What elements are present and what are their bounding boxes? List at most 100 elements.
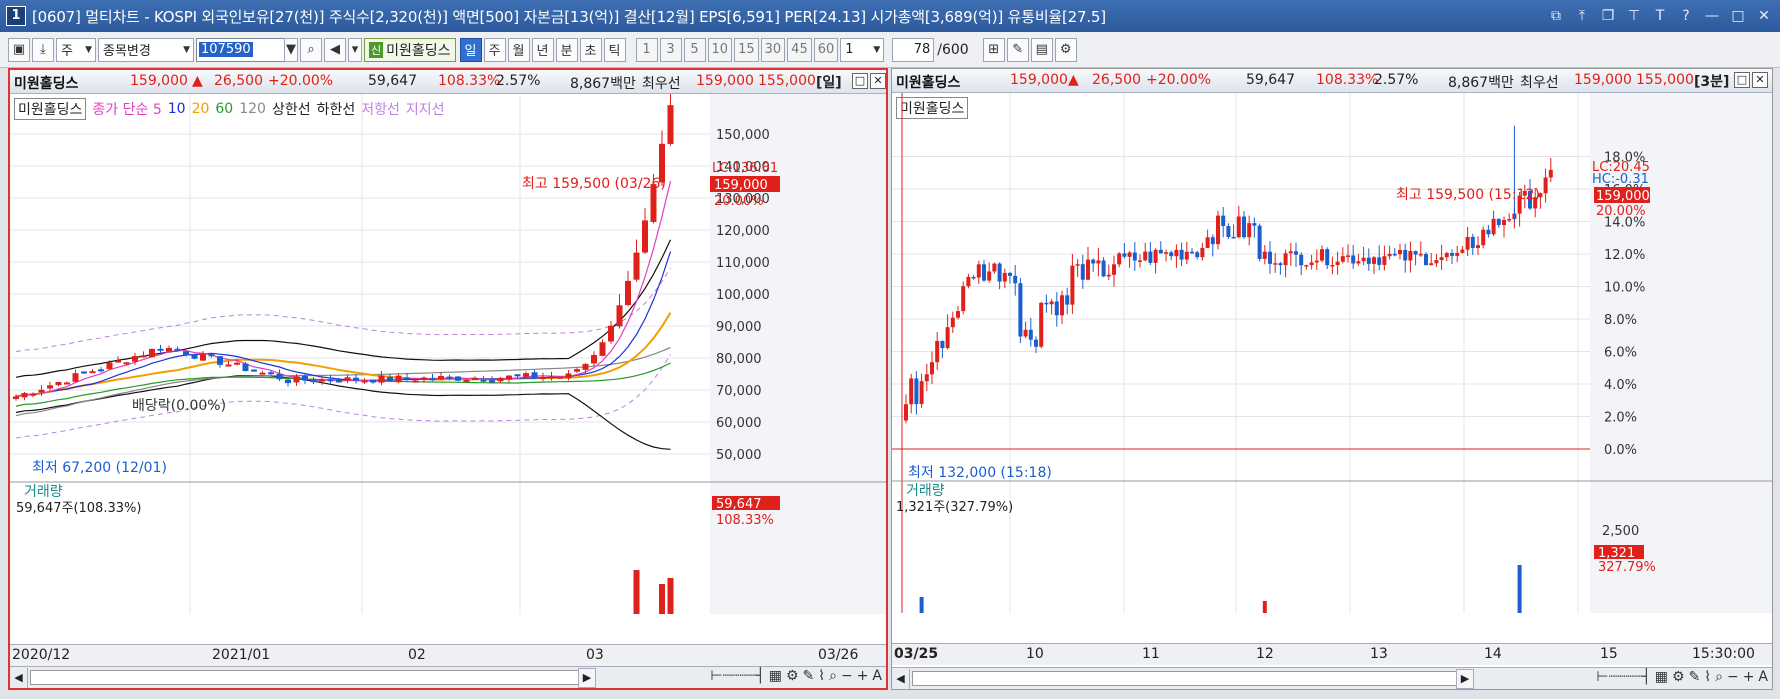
interval-button[interactable]: 10	[707, 37, 733, 62]
up-arrow-icon: ▲	[1068, 72, 1079, 88]
y-tick-label: 120,000	[716, 224, 770, 239]
brush-icon[interactable]: ⌇	[818, 668, 825, 684]
search-icon[interactable]: ⌕	[1715, 669, 1723, 685]
volume: 59,647	[1246, 72, 1295, 88]
scroll-right-icon[interactable]: ▶	[1456, 669, 1474, 689]
scroll-track[interactable]	[912, 671, 1472, 686]
scroll-left-icon[interactable]: ◀	[892, 668, 910, 689]
pen-icon[interactable]: ✎	[1689, 669, 1701, 685]
stock-name-button[interactable]: 신 미원홀딩스	[364, 37, 456, 62]
market-select[interactable]: 주 ▼	[56, 37, 96, 62]
interval-button[interactable]: 1	[635, 37, 658, 62]
maximize-panel-icon[interactable]: □	[1734, 72, 1750, 88]
chart-add-icon[interactable]: ⊞	[982, 37, 1005, 62]
period-tab[interactable]: 틱	[603, 37, 626, 62]
interval-button[interactable]: 60	[813, 37, 839, 62]
speaker-icon[interactable]: ◀︎	[324, 37, 346, 62]
interval-button[interactable]: 30	[760, 37, 786, 62]
close-panel-icon[interactable]: ✕	[870, 73, 886, 89]
maximize-icon[interactable]: □	[1730, 8, 1746, 24]
candle-body	[1465, 236, 1470, 250]
layout-icon[interactable]: ▦	[769, 668, 782, 684]
minimize-icon[interactable]: —	[1704, 8, 1720, 24]
minute-chart-panel[interactable]: 미원홀딩스 159,000 ▲ 26,500 +20.00% 59,647 10…	[891, 68, 1773, 690]
candle-body	[1174, 249, 1179, 257]
search-icon[interactable]: ⌕	[300, 37, 322, 62]
interval-button[interactable]: 45	[787, 37, 812, 62]
copy-window-icon[interactable]: ❐	[1600, 8, 1616, 24]
x-label: 11	[1142, 646, 1160, 662]
candle-body	[149, 348, 155, 358]
help-icon[interactable]: ?	[1678, 8, 1694, 24]
link-icon[interactable]: ⧉	[1548, 8, 1564, 24]
zoom-out-icon[interactable]: −	[1727, 669, 1739, 685]
font-icon[interactable]: A	[1758, 669, 1768, 685]
speaker-dropdown-icon[interactable]: ▾	[348, 37, 362, 62]
code-dropdown-icon[interactable]: ▼	[284, 37, 298, 62]
candle-body	[1288, 251, 1293, 254]
download-icon[interactable]: ⤓	[32, 37, 54, 62]
period-tab[interactable]: 월	[507, 37, 530, 62]
candle-body	[1294, 251, 1298, 255]
candle-body	[276, 373, 283, 380]
period-tab[interactable]: 년	[531, 37, 554, 62]
candle-body	[924, 374, 929, 382]
candle-body	[106, 362, 113, 369]
stock-code-input[interactable]: 107590	[196, 37, 286, 62]
data-count-input[interactable]: 78	[892, 37, 935, 62]
candle-body	[64, 382, 70, 385]
pen-icon[interactable]: ✎	[803, 668, 815, 684]
font-icon[interactable]: T	[1652, 8, 1668, 24]
candle-body	[1039, 302, 1044, 347]
settings-gear-icon[interactable]: ⚙	[1054, 37, 1077, 62]
n-select[interactable]: 1 ▼	[840, 37, 885, 62]
window-title: [0607] 멀티차트 - KOSPI 외국인보유[27(천)] 주식수[2,3…	[32, 7, 1106, 26]
close-panel-icon[interactable]: ✕	[1752, 72, 1768, 88]
scroll-right-icon[interactable]: ▶	[578, 668, 596, 688]
brush-icon[interactable]: ⌇	[1704, 669, 1711, 685]
volume-ratio-tag: 108.33%	[716, 513, 774, 528]
zoom-slider-icon[interactable]: ⊢┈┈┈┈┤	[710, 668, 764, 684]
zoom-in-icon[interactable]: +	[1743, 669, 1755, 685]
zoom-slider-icon[interactable]: ⊢┈┈┈┈┤	[1596, 669, 1650, 685]
left-price-chart[interactable]: 150,000140,000130,000120,000110,000100,0…	[10, 94, 886, 614]
right-scrollbar[interactable]: ◀ ▶ ⊢┈┈┈┈┤ ▦ ⚙ ✎ ⌇ ⌕ − + A	[892, 667, 1772, 689]
title-bar[interactable]: 1 [0607] 멀티차트 - KOSPI 외국인보유[27(천)] 주식수[2…	[0, 0, 1780, 32]
zoom-in-icon[interactable]: +	[857, 668, 869, 684]
pin-up-icon[interactable]: ⤒	[1574, 8, 1590, 24]
interval-button[interactable]: 15	[734, 37, 759, 62]
save-icon[interactable]: ▤	[1030, 37, 1053, 62]
search-icon[interactable]: ⌕	[829, 668, 837, 684]
period-tab[interactable]: 일	[459, 37, 482, 62]
x-label: 10	[1026, 646, 1044, 662]
scroll-track[interactable]	[30, 670, 590, 685]
candle-body	[1158, 249, 1163, 254]
pin-icon[interactable]: ⊤	[1626, 8, 1642, 24]
candle-body	[1184, 251, 1189, 260]
interval-button[interactable]: 3	[659, 37, 682, 62]
candle-body	[956, 311, 960, 318]
period-tab[interactable]: 분	[555, 37, 578, 62]
close-icon[interactable]: ✕	[1756, 8, 1772, 24]
volume-ratio: 108.33%	[438, 73, 501, 89]
settings-gear-icon[interactable]: ⚙	[1672, 669, 1685, 685]
settings-gear-icon[interactable]: ⚙	[786, 668, 799, 684]
right-price-chart[interactable]: 18.0%16.0%14.0%12.0%10.0%8.0%6.0%4.0%2.0…	[892, 93, 1772, 613]
left-scrollbar[interactable]: ◀ ▶ ⊢┈┈┈┈┤ ▦ ⚙ ✎ ⌇ ⌕ − + A	[10, 666, 886, 688]
draw-icon[interactable]: ✎	[1006, 37, 1029, 62]
layout-icon[interactable]: ▣	[8, 37, 30, 62]
candle-body	[1392, 253, 1397, 256]
interval-button[interactable]: 5	[683, 37, 706, 62]
mode-select[interactable]: 종목변경 ▼	[98, 37, 194, 62]
candle-body	[1034, 339, 1038, 347]
candle-body	[472, 377, 478, 380]
zoom-out-icon[interactable]: −	[841, 668, 853, 684]
layout-icon[interactable]: ▦	[1655, 669, 1668, 685]
font-icon[interactable]: A	[872, 668, 882, 684]
maximize-panel-icon[interactable]: □	[852, 73, 868, 89]
daily-chart-panel[interactable]: 미원홀딩스 159,000 ▲ 26,500 +20.00% 59,647 10…	[8, 68, 888, 690]
candle-body	[1424, 253, 1428, 266]
scroll-left-icon[interactable]: ◀	[10, 667, 28, 688]
period-tab[interactable]: 초	[579, 37, 602, 62]
period-tab[interactable]: 주	[483, 37, 506, 62]
